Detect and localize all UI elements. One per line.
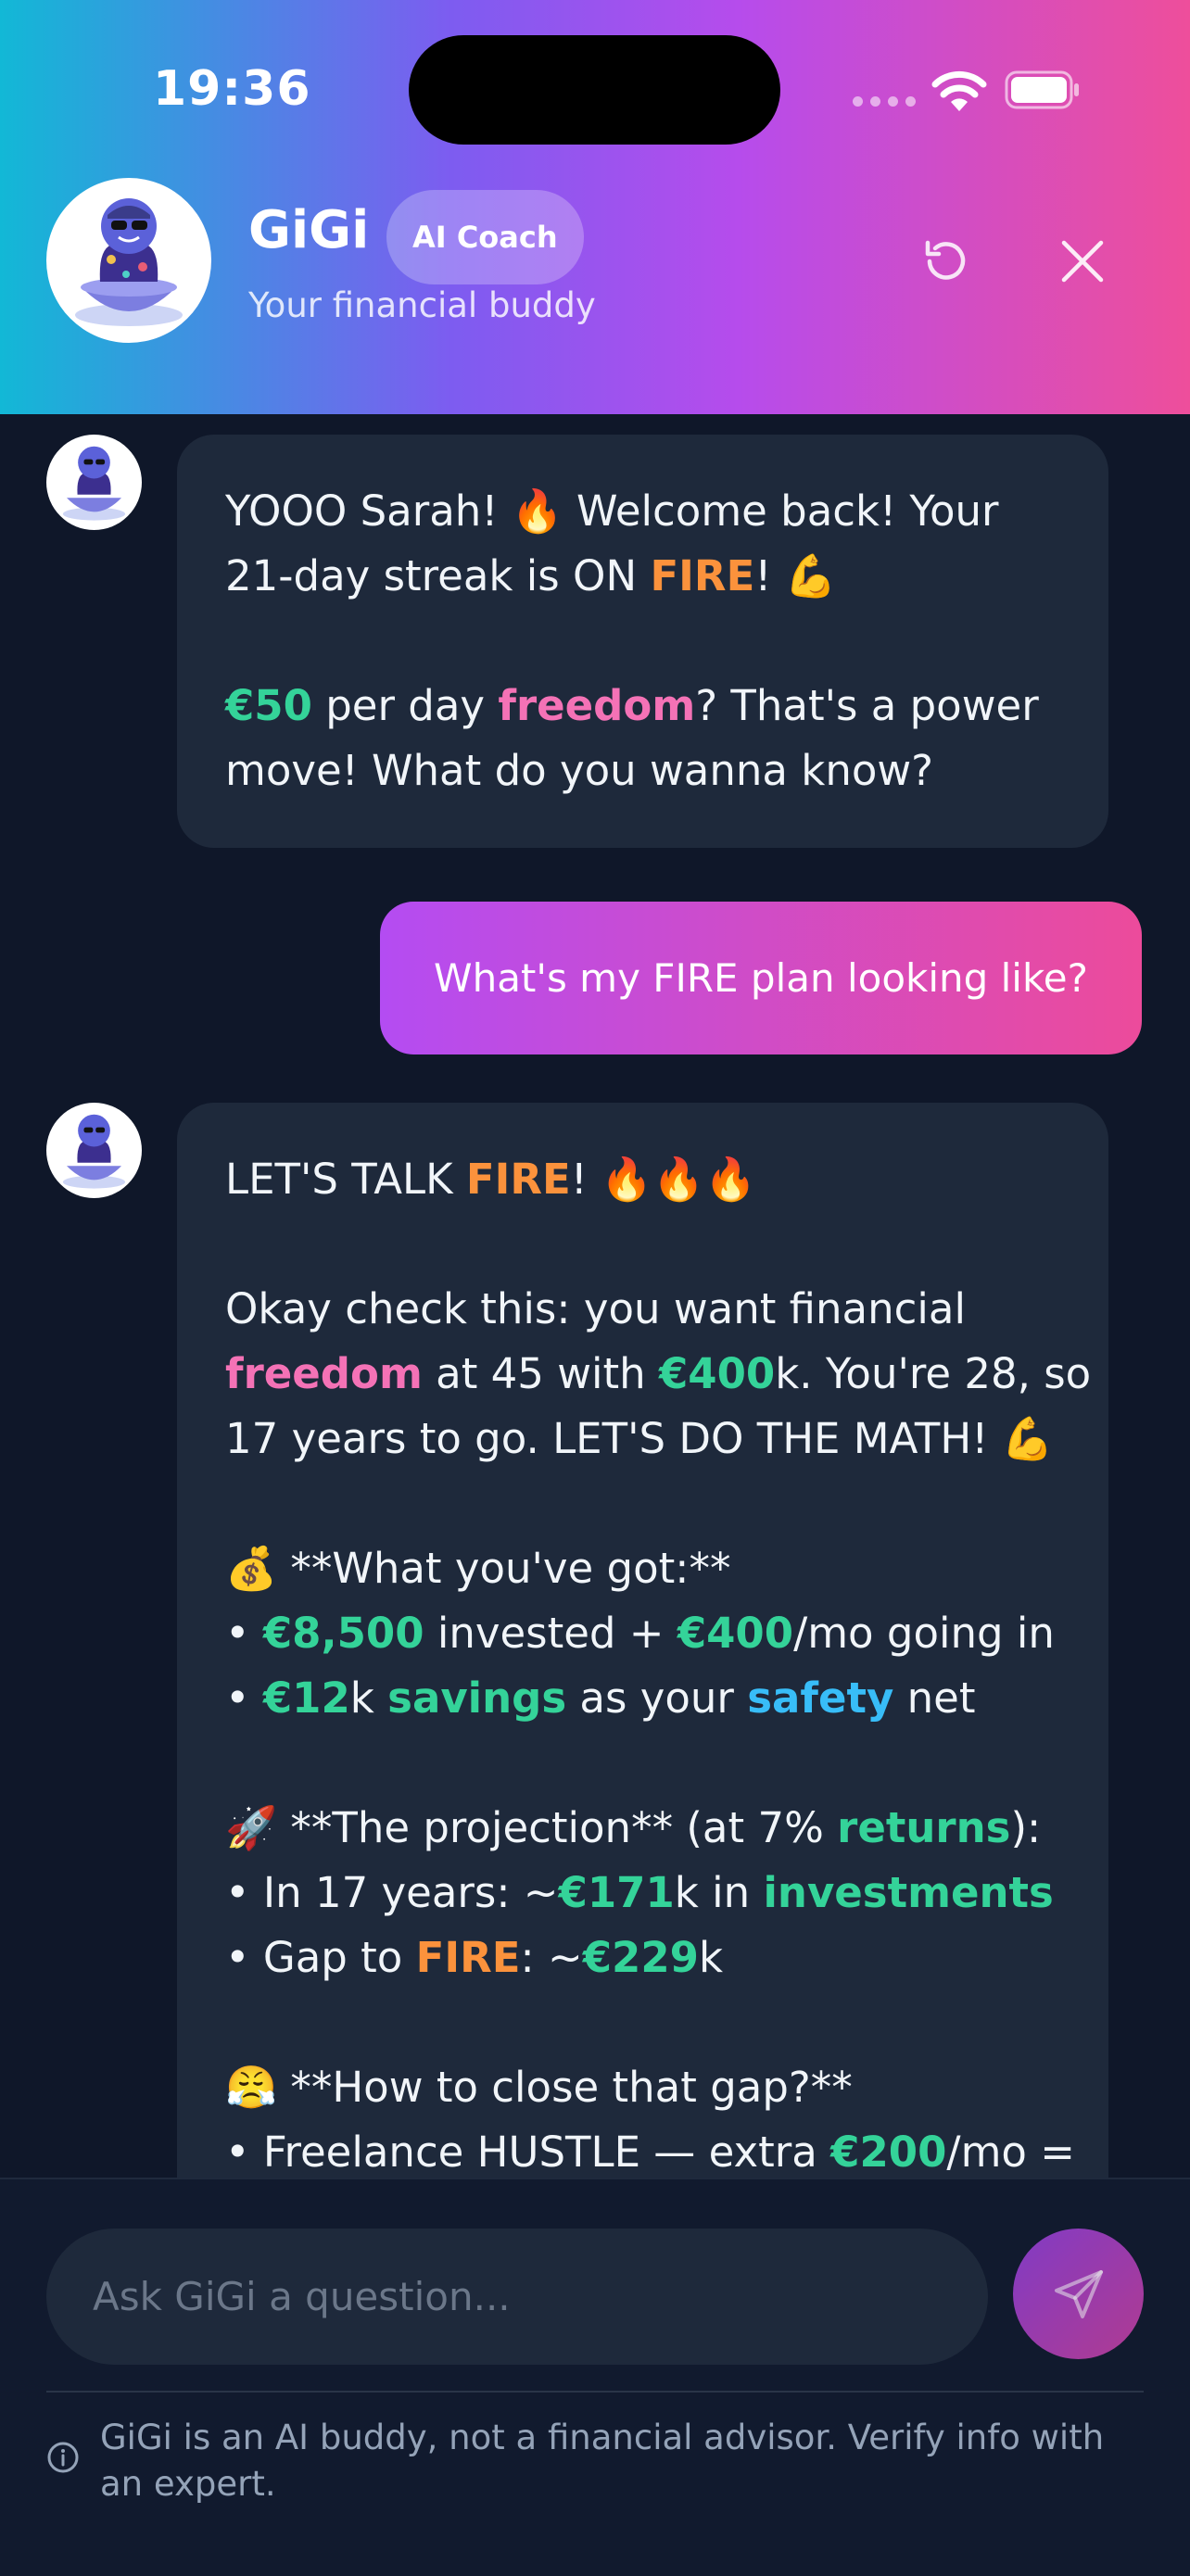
reset-chat-button[interactable] <box>911 226 981 297</box>
message-text: as your <box>566 1673 748 1723</box>
message-line: €50 per day freedom? That's a power <box>225 674 1060 739</box>
message-text: YOOO Sarah! 🔥 Welcome back! Your <box>225 486 999 536</box>
message-text: • <box>225 1673 263 1723</box>
highlighted-term: €8,500 <box>262 1609 424 1658</box>
message-avatar <box>46 435 142 530</box>
message-line: 21-day streak is ON FIRE! 💪 <box>225 544 1060 609</box>
highlighted-term: €229 <box>582 1933 699 1982</box>
highlighted-term: FIRE <box>415 1933 521 1982</box>
message-text: ! 💪 <box>754 551 837 600</box>
message-text: 🚀 **The projection** (at 7% <box>225 1803 838 1852</box>
highlighted-term: €12 <box>262 1673 350 1723</box>
highlighted-term: €171 <box>558 1868 675 1917</box>
composer: GiGi is an AI buddy, not a financial adv… <box>0 2178 1190 2576</box>
message-line: YOOO Sarah! 🔥 Welcome back! Your <box>225 479 1060 544</box>
message-line: • In 17 years: ~€171k in investments <box>225 1861 1060 1926</box>
highlighted-term: €400 <box>677 1609 794 1658</box>
message-text: net <box>893 1673 976 1723</box>
message-text: 21-day streak is ON <box>225 551 651 600</box>
message-line: • €12k savings as your safety net <box>225 1666 1060 1731</box>
message-text: k. You're 28, so <box>775 1349 1092 1398</box>
message-text: move! What do you wanna know? <box>225 746 934 795</box>
battery-icon <box>1005 70 1079 109</box>
genie-avatar <box>46 178 211 343</box>
wifi-icon <box>931 70 987 111</box>
disclaimer: GiGi is an AI buddy, not a financial adv… <box>46 2415 1144 2507</box>
highlighted-term: investments <box>763 1868 1054 1917</box>
message-line: 😤 **How to close that gap?** <box>225 2055 1060 2120</box>
send-button[interactable] <box>1013 2229 1144 2359</box>
chat-header: 19:36 GiGi AI Coach Your financial buddy <box>0 0 1190 414</box>
highlighted-term: €200 <box>830 2128 947 2177</box>
message-text: • Gap to <box>225 1933 416 1982</box>
message-text: at 45 with <box>422 1349 659 1398</box>
refresh-icon <box>925 240 966 280</box>
message-text: Okay check this: you want financial <box>225 1284 966 1333</box>
message-line: • Gap to FIRE: ~€229k <box>225 1926 1060 1990</box>
message-text: 17 years to go. LET'S DO THE MATH! 💪 <box>225 1414 1054 1463</box>
message-text: LET'S TALK <box>225 1155 466 1204</box>
message-text: k in <box>674 1868 764 1917</box>
send-icon <box>1054 2269 1103 2318</box>
message-avatar <box>46 1103 142 1198</box>
message-line: • Freelance HUSTLE — extra €200/mo = <box>225 2120 1075 2178</box>
highlighted-term: FIRE <box>465 1155 571 1204</box>
message-text: 😤 **How to close that gap?** <box>225 2063 853 2112</box>
message-text: • In 17 years: ~ <box>225 1868 559 1917</box>
chat-thread[interactable]: YOOO Sarah! 🔥 Welcome back! Your 21-day s… <box>0 414 1190 2178</box>
ai-coach-badge: AI Coach <box>386 190 584 284</box>
message-text: invested + <box>424 1609 677 1658</box>
assistant-message-1: YOOO Sarah! 🔥 Welcome back! Your 21-day s… <box>177 435 1108 848</box>
assistant-name: GiGi <box>248 200 370 260</box>
message-line: 🚀 **The projection** (at 7% returns): <box>225 1796 1060 1861</box>
message-text: 💰 **What you've got:** <box>225 1544 731 1593</box>
disclaimer-text: GiGi is an AI buddy, not a financial adv… <box>100 2418 1105 2504</box>
message-text: k <box>698 1933 724 1982</box>
highlighted-term: €400 <box>659 1349 776 1398</box>
question-input[interactable] <box>46 2229 988 2365</box>
message-text: • Freelance HUSTLE — extra <box>225 2128 831 2177</box>
dynamic-island <box>409 35 780 145</box>
close-button[interactable] <box>1047 226 1118 297</box>
message-text: ! 🔥🔥🔥 <box>570 1155 757 1204</box>
message-text: : ~ <box>520 1933 583 1982</box>
highlighted-term: freedom <box>225 1349 423 1398</box>
highlighted-term: €50 <box>225 681 312 730</box>
message-line: freedom at 45 with €400k. You're 28, so <box>225 1342 1091 1407</box>
user-message: What's my FIRE plan looking like? <box>380 902 1142 1054</box>
message-text: per day <box>311 681 499 730</box>
message-text: /mo going in <box>793 1609 1055 1658</box>
assistant-subtitle: Your financial buddy <box>248 285 596 325</box>
message-line: LET'S TALK FIRE! 🔥🔥🔥 <box>225 1147 1060 1212</box>
cellular-signal-icon <box>853 96 916 107</box>
assistant-message-2: LET'S TALK FIRE! 🔥🔥🔥 Okay check this: you… <box>177 1103 1108 2178</box>
message-text: /mo = <box>946 2128 1075 2177</box>
highlighted-term: returns <box>837 1803 1011 1852</box>
close-icon <box>1061 240 1104 283</box>
highlighted-term: savings <box>387 1673 567 1723</box>
message-line: • €8,500 invested + €400/mo going in <box>225 1601 1060 1666</box>
message-text: ? That's a power <box>695 681 1039 730</box>
message-line: move! What do you wanna know? <box>225 739 1060 803</box>
divider <box>46 2391 1144 2393</box>
highlighted-term: safety <box>747 1673 894 1723</box>
status-time: 19:36 <box>153 61 311 117</box>
highlighted-term: freedom <box>498 681 696 730</box>
message-text: • <box>225 1609 263 1658</box>
message-line: Okay check this: you want financial <box>225 1277 1060 1342</box>
message-text: ): <box>1010 1803 1042 1852</box>
message-text: k <box>349 1673 388 1723</box>
message-line: 17 years to go. LET'S DO THE MATH! 💪 <box>225 1407 1060 1471</box>
highlighted-term: FIRE <box>650 551 755 600</box>
message-line: 💰 **What you've got:** <box>225 1536 1060 1601</box>
info-icon <box>47 2442 79 2473</box>
